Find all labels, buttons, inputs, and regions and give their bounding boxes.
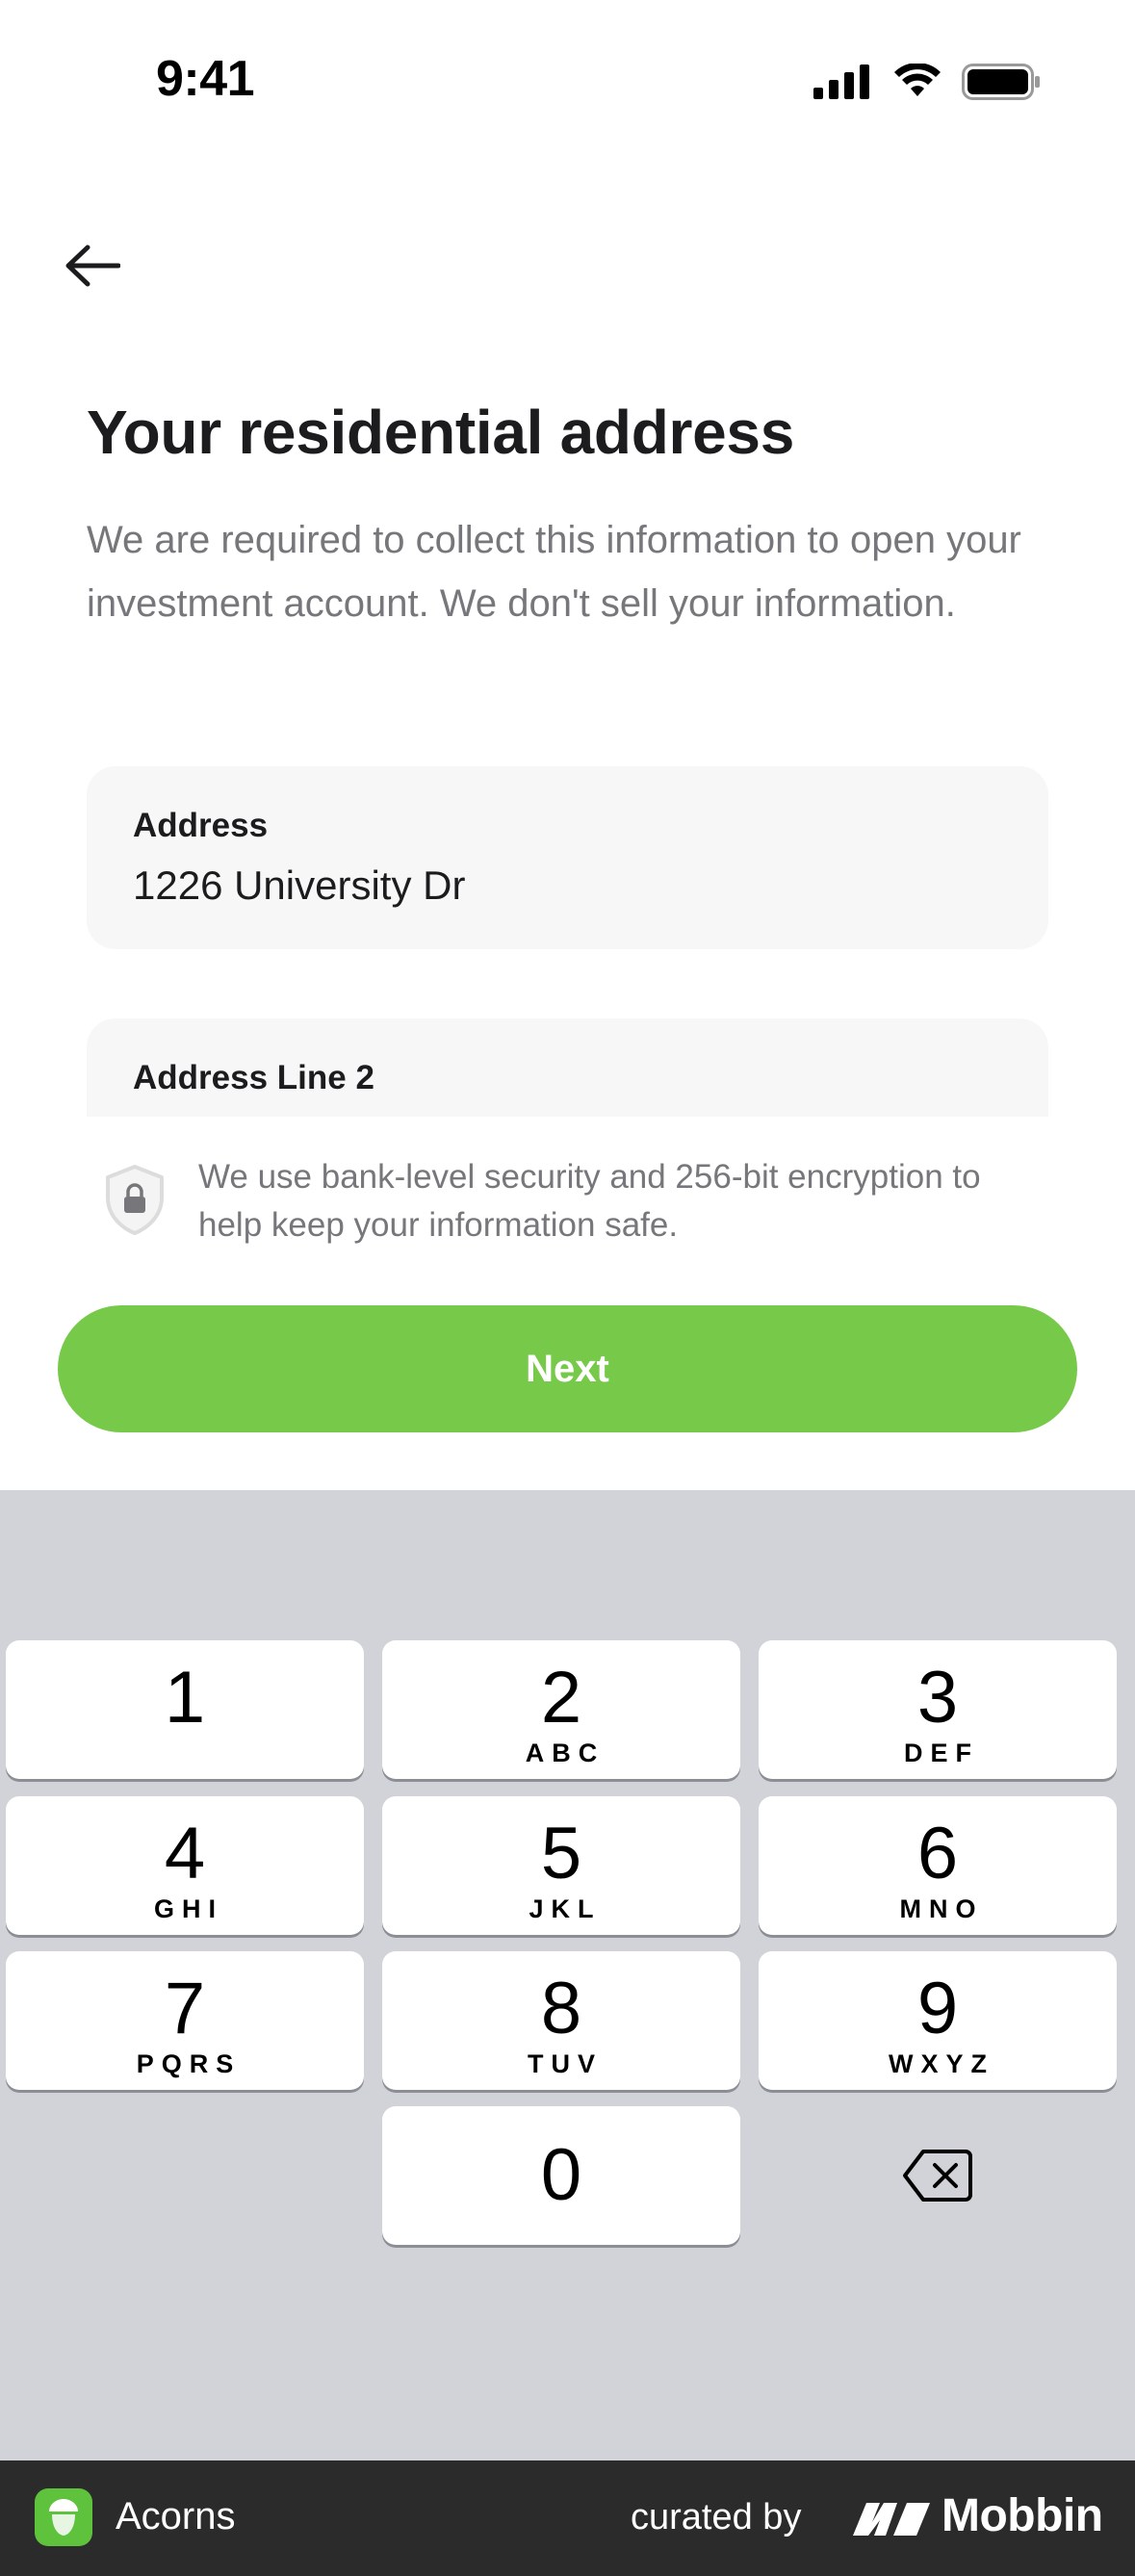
next-button[interactable]: Next <box>58 1305 1077 1432</box>
key-5[interactable]: 5 JKL <box>382 1796 740 1935</box>
key-number: 6 <box>916 1813 959 1894</box>
key-letters: TUV <box>528 2049 603 2078</box>
address-input[interactable] <box>133 863 980 909</box>
shield-lock-icon <box>106 1165 164 1235</box>
address-line-2-field[interactable]: Address Line 2 <box>87 1018 1048 1117</box>
security-note: We use bank-level security and 256-bit e… <box>96 1153 1049 1249</box>
wifi-icon <box>894 64 941 96</box>
key-letters: PQRS <box>136 2049 242 2078</box>
address-field-label: Address <box>133 807 269 844</box>
footer-brand: Mobbin <box>942 2490 1103 2541</box>
key-2[interactable]: 2 ABC <box>382 1640 740 1779</box>
key-number: 2 <box>540 1657 582 1739</box>
page-title: Your residential address <box>87 398 794 467</box>
key-number: 9 <box>916 1968 959 2049</box>
key-4[interactable]: 4 GHI <box>6 1796 364 1935</box>
key-number: 7 <box>164 1968 206 2049</box>
key-number: 3 <box>916 1657 959 1739</box>
key-number: 0 <box>540 2134 582 2216</box>
key-number: 5 <box>540 1813 582 1894</box>
key-1[interactable]: 1 <box>6 1640 364 1779</box>
mobbin-logo-icon <box>853 2503 930 2536</box>
status-time: 9:41 <box>156 51 255 107</box>
page-subtitle: We are required to collect this informat… <box>87 519 1021 625</box>
address-line-2-label: Address Line 2 <box>133 1059 374 1096</box>
key-8[interactable]: 8 TUV <box>382 1951 740 2090</box>
key-9[interactable]: 9 WXYZ <box>759 1951 1117 2090</box>
acorns-logo-icon <box>35 2488 92 2546</box>
delete-key[interactable] <box>759 2106 1117 2245</box>
back-button[interactable] <box>54 231 131 300</box>
key-0[interactable]: 0 <box>382 2106 740 2245</box>
signal-icon <box>813 64 869 99</box>
key-3[interactable]: 3 DEF <box>759 1640 1117 1779</box>
status-icons <box>813 64 1041 100</box>
backspace-icon <box>903 2150 972 2202</box>
key-letters: JKL <box>529 1894 602 1923</box>
key-letters: ABC <box>525 1739 606 1767</box>
key-letters: DEF <box>904 1739 979 1767</box>
key-number: 1 <box>164 1657 206 1739</box>
key-number: 8 <box>540 1968 582 2049</box>
key-number: 4 <box>164 1813 206 1894</box>
footer-app-name: Acorns <box>116 2495 236 2537</box>
footer-curated-by: curated by <box>631 2497 802 2537</box>
key-letters: GHI <box>153 1894 223 1923</box>
status-bar: 9:41 <box>0 0 1135 164</box>
key-6[interactable]: 6 MNO <box>759 1796 1117 1935</box>
arrow-left-icon <box>65 245 120 287</box>
footer-bar: Acorns curated by Mobbin <box>0 2460 1135 2576</box>
address-field[interactable]: Address <box>87 766 1048 949</box>
key-letters: MNO <box>899 1894 984 1923</box>
security-note-text: We use bank-level security and 256-bit e… <box>198 1158 981 1244</box>
key-7[interactable]: 7 PQRS <box>6 1951 364 2090</box>
battery-icon <box>962 64 1040 100</box>
key-letters: WXYZ <box>889 2049 994 2078</box>
